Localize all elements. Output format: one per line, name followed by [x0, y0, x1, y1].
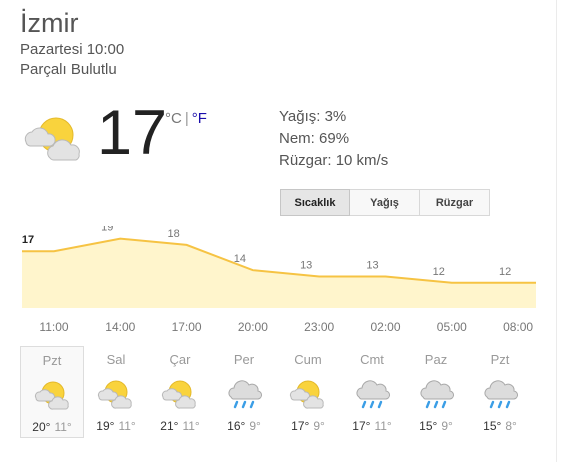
- partly-cloudy-icon: [20, 110, 86, 164]
- time-tick-label: 20:00: [237, 320, 268, 334]
- current-temperature: 17: [97, 98, 168, 168]
- forecast-day[interactable]: Pzt 20° 11°: [20, 346, 84, 438]
- tab-wind[interactable]: Rüzgar: [420, 189, 490, 216]
- data-label: 12: [433, 266, 445, 278]
- tab-temperature[interactable]: Sıcaklık: [280, 189, 350, 216]
- forecast-day[interactable]: Çar 21° 11°: [148, 346, 212, 438]
- day-name: Cum: [294, 352, 322, 367]
- day-high: 17°: [352, 419, 371, 433]
- forecast-day[interactable]: Cmt 17° 11°: [340, 346, 404, 438]
- forecast-day[interactable]: Pzt 15° 8°: [468, 346, 532, 438]
- partly-cloudy-icon: [96, 376, 136, 410]
- day-name: Pzt: [490, 352, 510, 367]
- day-temperatures: 17° 11°: [340, 419, 404, 433]
- forecast-day[interactable]: Cum 17° 9°: [276, 346, 340, 438]
- chart-time-axis: 11:00 14:00 17:00 20:00 23:00 02:00 05:00 08:00: [0, 320, 563, 336]
- day-name: Sal: [106, 352, 126, 367]
- time-tick-label: 17:00: [171, 320, 202, 334]
- forecast-day[interactable]: Per 16° 9°: [212, 346, 276, 438]
- day-high: 21°: [160, 419, 179, 433]
- time-tick-label: 05:00: [436, 320, 467, 334]
- day-name: Per: [233, 352, 255, 367]
- humidity: Nem: 69%: [279, 130, 350, 147]
- day-high: 19°: [96, 419, 115, 433]
- day-temperatures: 16° 9°: [212, 419, 276, 433]
- city-name: İzmir: [20, 8, 79, 38]
- data-label: 13: [366, 259, 378, 271]
- unit-separator: |: [184, 110, 189, 127]
- data-label: 18: [167, 228, 179, 240]
- wind-speed: Rüzgar: 10 km/s: [279, 152, 389, 169]
- day-low: 9°: [313, 419, 325, 433]
- day-temperatures: 20° 11°: [21, 420, 83, 434]
- unit-celsius[interactable]: °C: [165, 110, 182, 127]
- day-low: 11°: [54, 420, 72, 434]
- day-temperatures: 19° 11°: [84, 419, 148, 433]
- data-label: 17: [22, 234, 34, 246]
- day-high: 20°: [32, 420, 51, 434]
- data-label: 13: [300, 259, 312, 271]
- data-label: 12: [499, 266, 511, 278]
- day-low: 11°: [374, 419, 392, 433]
- temperature-chart: 17 19 18 14 13 13 12 12: [22, 226, 536, 308]
- day-name: Çar: [169, 352, 191, 367]
- time-tick-label: 23:00: [304, 320, 335, 334]
- precipitation: Yağış: 3%: [279, 108, 347, 125]
- time-tick-label: 14:00: [105, 320, 136, 334]
- unit-switcher: °C | °F: [165, 110, 207, 127]
- time-tick-label: 08:00: [503, 320, 534, 334]
- day-low: 9°: [249, 419, 261, 433]
- day-temperatures: 15° 9°: [404, 419, 468, 433]
- time-tick-label: 11:00: [39, 320, 69, 334]
- forecast-day[interactable]: Paz 15° 9°: [404, 346, 468, 438]
- day-name: Paz: [424, 352, 448, 367]
- chart-tabs: Sıcaklık Yağış Rüzgar: [280, 189, 490, 216]
- time-tick-label: 02:00: [370, 320, 401, 334]
- location-header: İzmir Pazartesi 10:00 Parçalı Bulutlu: [20, 6, 124, 80]
- weather-details: Yağış: 3% Nem: 69% Rüzgar: 10 km/s: [279, 106, 388, 172]
- partly-cloudy-icon: [160, 376, 200, 410]
- day-low: 8°: [505, 419, 517, 433]
- unit-fahrenheit-link[interactable]: °F: [192, 110, 207, 127]
- day-high: 17°: [291, 419, 310, 433]
- date-time: Pazartesi 10:00: [20, 41, 125, 58]
- day-high: 15°: [419, 419, 438, 433]
- day-temperatures: 15° 8°: [468, 419, 532, 433]
- partly-cloudy-icon: [33, 377, 73, 411]
- day-low: 11°: [118, 419, 136, 433]
- day-name: Pzt: [42, 353, 62, 368]
- day-low: 9°: [441, 419, 453, 433]
- rain-icon: [416, 376, 456, 410]
- day-high: 16°: [227, 419, 246, 433]
- day-name: Cmt: [360, 352, 384, 367]
- rain-icon: [352, 376, 392, 410]
- tab-precipitation[interactable]: Yağış: [350, 189, 420, 216]
- weather-condition: Parçalı Bulutlu: [20, 61, 117, 78]
- daily-forecast: Pzt 20° 11° Sal 19° 11° Çar 21° 11° Per 16° 9° Cum 17…: [20, 346, 532, 438]
- data-label: 14: [234, 253, 246, 265]
- day-low: 11°: [182, 419, 200, 433]
- rain-icon: [224, 376, 264, 410]
- day-temperatures: 17° 9°: [276, 419, 340, 433]
- partly-cloudy-icon: [288, 376, 328, 410]
- rain-icon: [480, 376, 520, 410]
- day-high: 15°: [483, 419, 502, 433]
- forecast-day[interactable]: Sal 19° 11°: [84, 346, 148, 438]
- day-temperatures: 21° 11°: [148, 419, 212, 433]
- data-label: 19: [101, 226, 113, 234]
